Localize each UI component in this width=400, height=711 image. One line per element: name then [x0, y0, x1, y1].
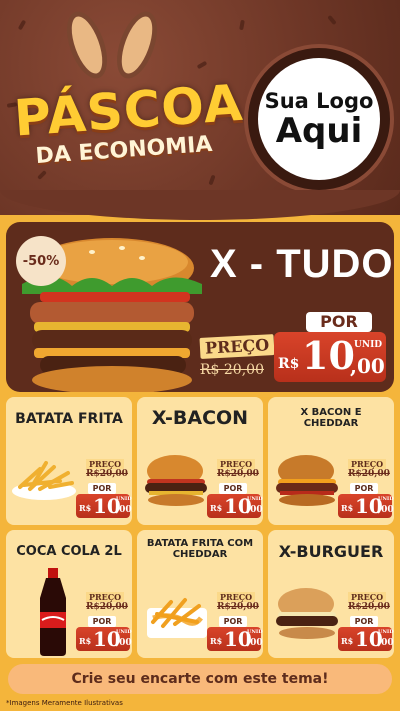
logo-text-line1: Sua Logo [264, 89, 374, 113]
old-price: R$20,00 [217, 469, 259, 479]
price-cents: ,00 [350, 354, 385, 378]
sale-price-box: R$ 10 UNID ,00 [76, 494, 132, 518]
product-card: X-BACON PREÇO R$20,00 POR R$ 10 UNID ,00 [137, 397, 263, 525]
por-label: POR [88, 483, 116, 494]
por-label: POR [88, 616, 116, 627]
price-label: PREÇO [217, 459, 256, 469]
price-cents: ,00 [116, 638, 132, 648]
por-label: POR [350, 483, 378, 494]
old-price: R$ 20,00 [200, 362, 264, 378]
price-label: PREÇO [217, 592, 256, 602]
price-unit: UNID [378, 496, 394, 502]
sale-price-box: R$ 10 UNID ,00 [207, 494, 263, 518]
featured-product-card: -50% X - TUDO PREÇO R$ 20,00 POR R$ 10 ,… [6, 222, 394, 392]
price-label: PREÇO [348, 459, 387, 469]
product-card: X-BURGUER PREÇO R$20,00 POR R$ 10 UNID ,… [268, 530, 394, 658]
product-card: X BACON E CHEDDAR PREÇO R$20,00 POR R$ 1… [268, 397, 394, 525]
product-card: BATATA FRITA PREÇO R$20,00 POR R$ 10 UNI… [6, 397, 132, 525]
price-label: PREÇO [86, 592, 125, 602]
old-price: R$20,00 [217, 602, 259, 612]
sale-price-box: R$ 10 UNID ,00 [207, 627, 263, 651]
sale-price-box: R$ 10 ,00 UNID [274, 332, 386, 382]
price-cents: ,00 [247, 638, 263, 648]
sale-price-box: R$ 10 UNID ,00 [338, 627, 394, 651]
product-card: COCA COLA 2L PREÇO R$20,00 POR R$ 10 UNI… [6, 530, 132, 658]
campaign-title: PÁSCOA DA ECONOMIA [12, 74, 245, 169]
logo-text-line2: Aqui [275, 111, 363, 151]
featured-product-name: X - TUDO [210, 242, 394, 286]
price-currency: R$ [341, 636, 354, 646]
por-label: POR [350, 616, 378, 627]
por-label: POR [219, 483, 247, 494]
product-name: X-BURGUER [278, 542, 384, 561]
sale-price-box: R$ 10 UNID ,00 [76, 627, 132, 651]
price-cents: ,00 [378, 638, 394, 648]
discount-badge: -50% [16, 236, 66, 286]
price-label: PREÇO [348, 592, 387, 602]
price-cents: ,00 [378, 505, 394, 515]
price-whole: 10 [302, 333, 355, 378]
price-cents: ,00 [116, 505, 132, 515]
por-label: POR [306, 312, 372, 332]
product-name: COCA COLA 2L [16, 544, 122, 559]
cheddar-fries-image [147, 598, 207, 638]
product-name: BATATA FRITA [15, 411, 123, 427]
price-label: PREÇO [86, 459, 125, 469]
price-currency: R$ [341, 503, 354, 513]
soda-bottle-image [40, 568, 66, 656]
price-unit: UNID [354, 340, 383, 350]
old-price: R$20,00 [348, 602, 390, 612]
price-cents: ,00 [247, 505, 263, 515]
old-price: R$20,00 [86, 602, 128, 612]
burger-image [276, 455, 338, 506]
price-currency: R$ [278, 356, 300, 372]
header-banner: PÁSCOA DA ECONOMIA Sua Logo Aqui [0, 0, 400, 215]
price-unit: UNID [247, 629, 263, 635]
old-price: R$20,00 [86, 469, 128, 479]
fries-image [12, 461, 76, 500]
price-unit: UNID [378, 629, 394, 635]
price-unit: UNID [116, 629, 132, 635]
image-disclaimer: *Imagens Meramente Ilustrativas [6, 699, 123, 707]
cta-banner[interactable]: Crie seu encarte com este tema! [8, 664, 392, 694]
price-currency: R$ [79, 503, 92, 513]
price-unit: UNID [116, 496, 132, 502]
chocolate-drip [0, 190, 400, 220]
logo-placeholder: Sua Logo Aqui [248, 48, 390, 190]
price-currency: R$ [210, 636, 223, 646]
old-price: R$20,00 [348, 469, 390, 479]
product-name: X BACON E CHEDDAR [300, 407, 362, 429]
burger-image [276, 588, 338, 639]
price-label: PREÇO [199, 334, 275, 359]
burger-image [145, 455, 207, 506]
product-name: X-BACON [151, 407, 249, 429]
price-currency: R$ [79, 636, 92, 646]
por-label: POR [219, 616, 247, 627]
price-currency: R$ [210, 503, 223, 513]
product-name: BATATA FRITA COM CHEDDAR [146, 538, 254, 560]
product-card: BATATA FRITA COM CHEDDAR PREÇO R$20,00 P… [137, 530, 263, 658]
price-unit: UNID [247, 496, 263, 502]
sale-price-box: R$ 10 UNID ,00 [338, 494, 394, 518]
